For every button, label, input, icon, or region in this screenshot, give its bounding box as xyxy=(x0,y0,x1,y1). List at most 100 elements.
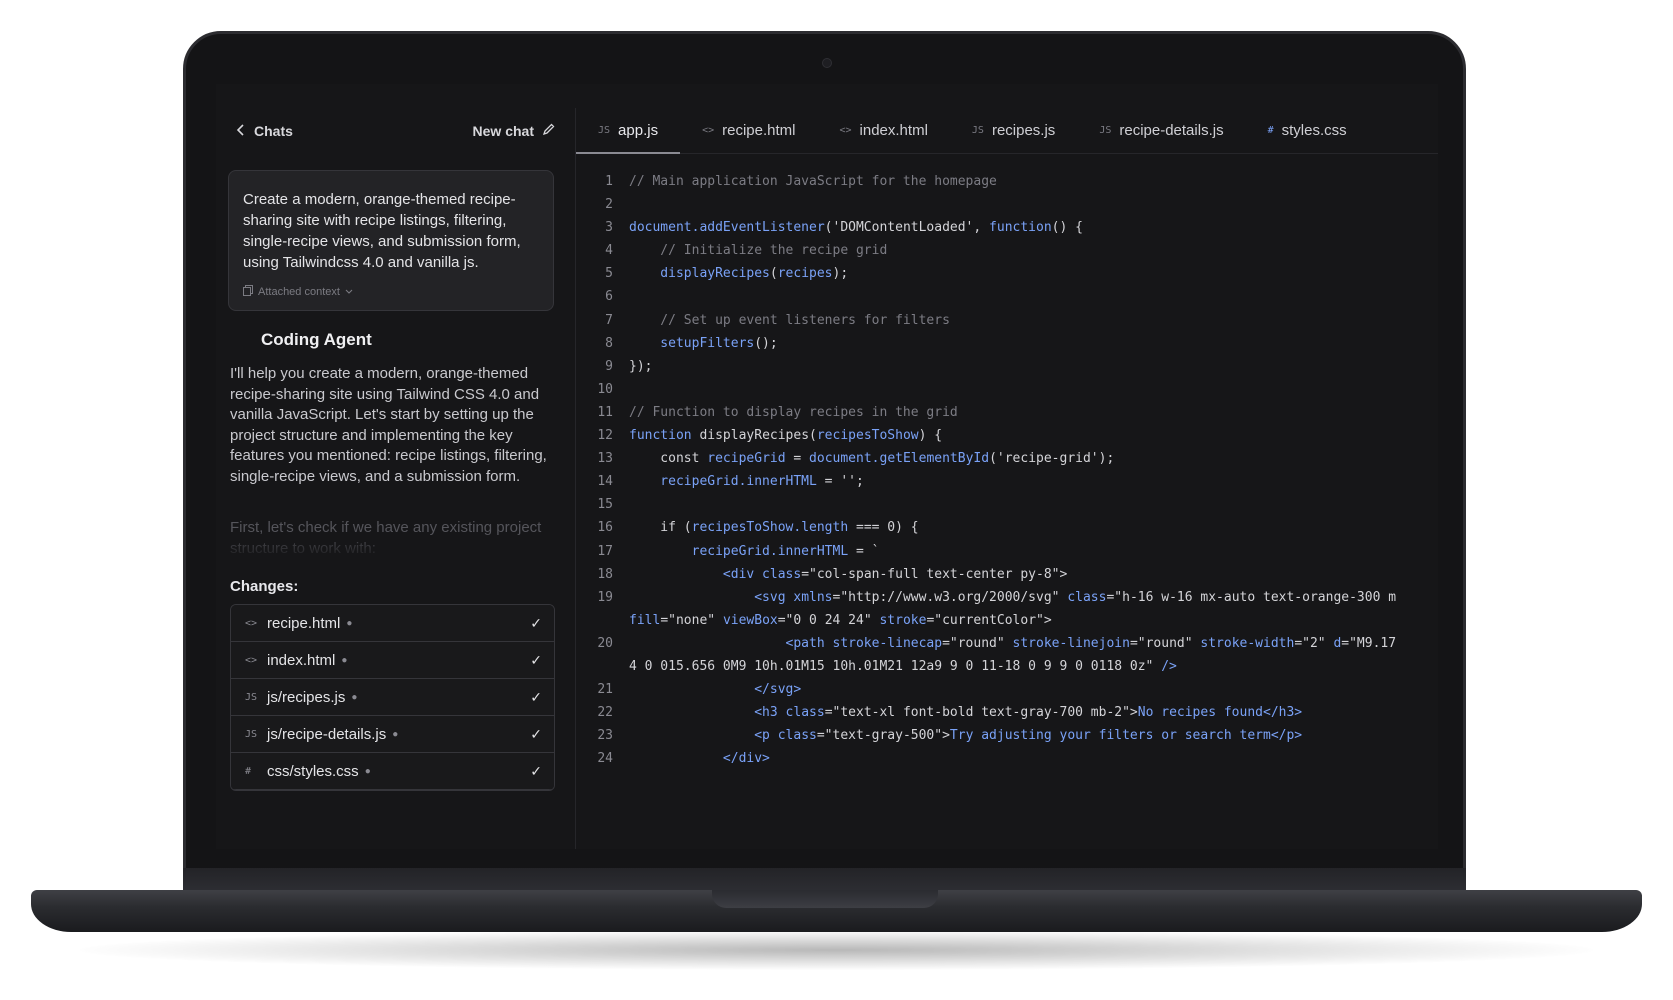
line-content xyxy=(621,193,629,216)
code-token: </p> xyxy=(1270,728,1303,744)
line-number: 20 xyxy=(597,635,613,651)
code-token: recipeGrid.innerHTML xyxy=(629,543,849,559)
code-token: class xyxy=(754,566,802,582)
change-file-name: js/recipe-details.js xyxy=(267,725,387,743)
tab-recipes-js[interactable]: JS recipes.js xyxy=(950,108,1077,153)
code-line: 9}); xyxy=(576,355,1438,378)
attached-context-label: Attached context xyxy=(258,286,340,298)
back-to-chats-button[interactable]: Chats xyxy=(236,123,293,139)
line-number: 18 xyxy=(597,566,613,582)
line-number: 21 xyxy=(597,682,613,698)
html-file-icon: <> xyxy=(245,654,258,666)
tab-label: recipes.js xyxy=(991,122,1056,139)
html-file-icon: <> xyxy=(839,125,852,136)
agent-message-faded: First, let's check if we have any existi… xyxy=(230,519,542,556)
check-icon: ✓ xyxy=(530,614,542,631)
change-item[interactable]: JS js/recipe-details.js ● ✓ xyxy=(231,716,554,753)
line-content: if (recipesToShow.length === 0) { xyxy=(621,516,919,539)
code-token: // Function to display recipes in the gr… xyxy=(629,404,958,420)
code-line: 21 </svg> xyxy=(576,678,1438,701)
code-token: ( xyxy=(769,266,778,282)
line-content: // Set up event listeners for filters xyxy=(621,309,950,332)
laptop-screen: Chats New chat Create a modern, orange-t… xyxy=(216,84,1438,849)
code-line: 10 xyxy=(576,378,1438,401)
chat-header: Chats New chat xyxy=(216,108,575,154)
code-token: 4 0 015.656 0M9 10h.01M15 10h.01M21 12a9… xyxy=(629,658,1162,674)
line-number: 9 xyxy=(605,358,613,374)
code-token: ="col-span-full text-center py-8"> xyxy=(801,566,1068,582)
attached-context-toggle[interactable]: Attached context xyxy=(243,285,539,299)
code-token: }); xyxy=(629,358,653,374)
change-item[interactable]: # css/styles.css ● ✓ xyxy=(231,753,554,790)
changes-list: <> recipe.html ● ✓ <> index.html ● ✓ JS … xyxy=(230,604,555,791)
js-file-icon: JS xyxy=(245,728,258,740)
change-item[interactable]: <> recipe.html ● ✓ xyxy=(231,605,554,642)
line-number: 4 xyxy=(605,243,613,259)
change-item[interactable]: <> index.html ● ✓ xyxy=(231,642,554,679)
code-token: fill xyxy=(629,612,661,628)
tab-index-html[interactable]: <> index.html xyxy=(817,108,949,153)
editor-tabs: JS app.js <> recipe.html <> index.html J… xyxy=(576,108,1438,154)
code-line: 8 setupFilters(); xyxy=(576,332,1438,355)
code-line: 22 <h3 class="text-xl font-bold text-gra… xyxy=(576,701,1438,724)
code-line: 23 <p class="text-gray-500">Try adjustin… xyxy=(576,724,1438,747)
code-token: ="h-16 w-16 mx-auto text-orange-300 m xyxy=(1106,589,1397,605)
js-file-icon: JS xyxy=(598,125,611,136)
code-line: 24 </div> xyxy=(576,747,1438,770)
line-content: </svg> xyxy=(621,678,801,701)
line-content: // Function to display recipes in the gr… xyxy=(621,401,958,424)
line-content: 4 0 015.656 0M9 10h.01M15 10h.01M21 12a9… xyxy=(621,655,1177,678)
code-token: ('DOMContentLoaded', xyxy=(824,220,990,236)
change-item[interactable]: JS js/recipes.js ● ✓ xyxy=(231,679,554,716)
css-file-icon: # xyxy=(245,765,252,777)
code-token: setupFilters xyxy=(629,335,755,351)
editor-panel: JS app.js <> recipe.html <> index.html J… xyxy=(576,108,1438,849)
copy-icon xyxy=(243,285,253,299)
tab-styles-css[interactable]: # styles.css xyxy=(1246,108,1369,153)
tab-recipe-html[interactable]: <> recipe.html xyxy=(680,108,817,153)
line-content xyxy=(621,285,629,308)
code-token: ="0 0 24 24" xyxy=(777,612,880,628)
camera-icon xyxy=(822,58,832,68)
laptop-shadow xyxy=(80,930,1593,970)
code-line: 17 recipeGrid.innerHTML = ` xyxy=(576,540,1438,563)
line-content: <path stroke-linecap="round" stroke-line… xyxy=(621,632,1397,655)
code-token: document.addEventListener xyxy=(629,220,825,236)
modified-dot-icon: ● xyxy=(341,654,348,666)
code-token: displayRecipes( xyxy=(691,428,817,444)
code-editor[interactable]: 1 // Main application JavaScript for the … xyxy=(576,170,1438,849)
changes-label: Changes: xyxy=(230,578,299,595)
change-file-name: recipe.html xyxy=(267,614,341,632)
code-token: No recipes found xyxy=(1137,705,1263,721)
new-chat-button[interactable]: New chat xyxy=(473,123,555,139)
tab-label: recipe.html xyxy=(722,122,796,139)
code-line: 1 // Main application JavaScript for the … xyxy=(576,170,1438,193)
line-number: 1 xyxy=(605,174,613,189)
tab-recipe-details-js[interactable]: JS recipe-details.js xyxy=(1077,108,1245,153)
code-token: stroke-linecap xyxy=(824,635,943,651)
line-content: // Main application JavaScript for the h… xyxy=(621,170,997,193)
code-line: 13 const recipeGrid = document.getElemen… xyxy=(576,447,1438,470)
js-file-icon: JS xyxy=(1099,125,1112,136)
line-number xyxy=(576,655,621,678)
code-token: <svg xyxy=(629,589,786,605)
line-number: 6 xyxy=(605,289,613,305)
code-token: viewBox xyxy=(722,612,778,628)
code-token: === 0) { xyxy=(848,520,919,536)
line-content: displayRecipes(recipes); xyxy=(621,262,848,285)
tab-app-js[interactable]: JS app.js xyxy=(576,108,681,154)
code-token: <p xyxy=(629,728,770,744)
code-token: document.getElementById xyxy=(809,451,990,467)
code-token: stroke-width xyxy=(1200,635,1295,651)
code-token: ) { xyxy=(918,428,943,444)
line-number: 7 xyxy=(605,312,613,328)
modified-dot-icon: ● xyxy=(364,765,371,777)
code-token: // Initialize the recipe grid xyxy=(629,243,888,259)
chevron-down-icon xyxy=(345,286,353,298)
code-line: 4 0 015.656 0M9 10h.01M15 10h.01M21 12a9… xyxy=(576,655,1438,678)
tab-label: recipe-details.js xyxy=(1119,122,1224,139)
html-file-icon: <> xyxy=(702,125,715,136)
code-token: ="text-xl font-bold text-gray-700 mb-2"> xyxy=(824,705,1138,721)
code-line: 6 xyxy=(576,285,1438,308)
code-line: 4 // Initialize the recipe grid xyxy=(576,239,1438,262)
